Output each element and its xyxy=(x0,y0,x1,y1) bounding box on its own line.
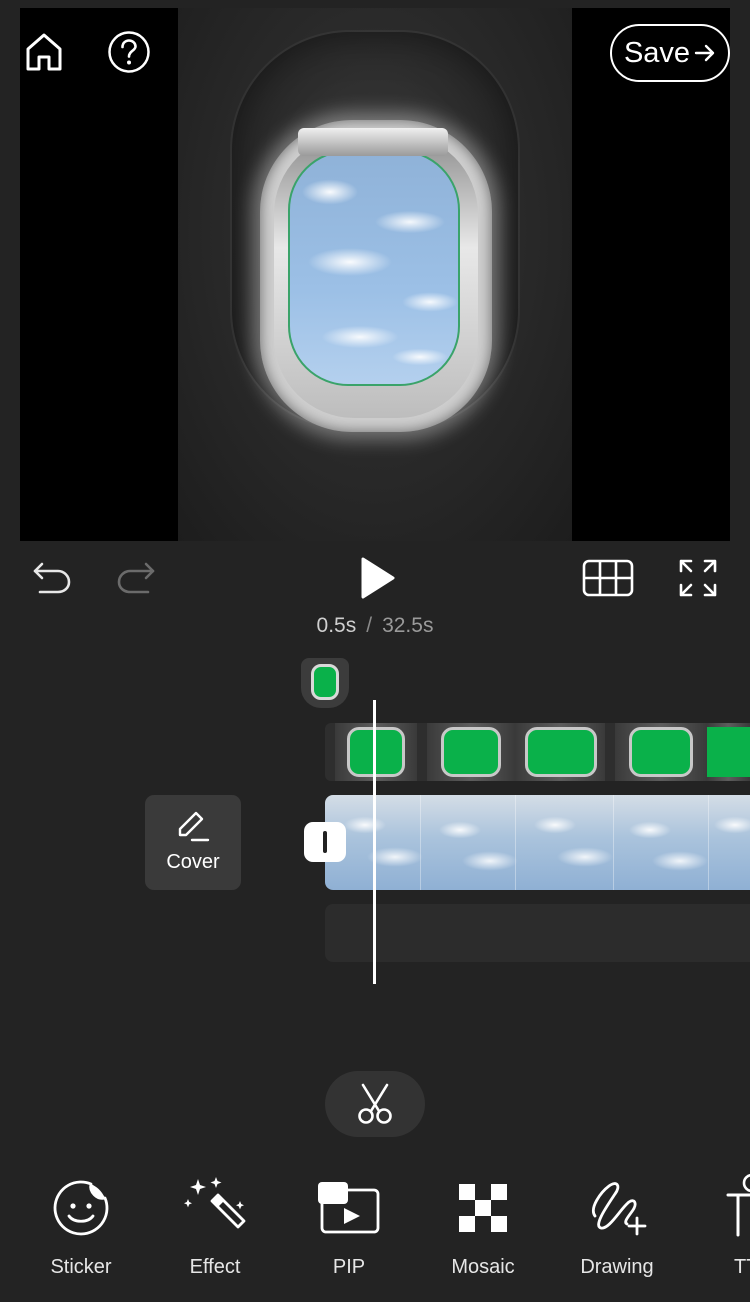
audio-track[interactable] xyxy=(325,904,750,962)
play-button[interactable] xyxy=(352,552,402,604)
grid-icon xyxy=(582,559,634,597)
cover-button[interactable]: Cover xyxy=(145,795,241,890)
toolbar-item-drawing[interactable]: Drawing xyxy=(550,1170,684,1290)
home-button[interactable] xyxy=(22,30,66,74)
toolbar-label: Drawing xyxy=(580,1256,654,1278)
video-preview[interactable]: Save xyxy=(0,0,750,541)
split-button[interactable] xyxy=(325,1071,425,1137)
toolbar-item-effect[interactable]: Effect xyxy=(148,1170,282,1290)
undo-icon xyxy=(33,562,71,594)
overlay-frame xyxy=(707,723,750,781)
total-time: 32.5s xyxy=(382,614,434,637)
save-label: Save xyxy=(623,36,691,69)
toolbar-item-text[interactable]: TT xyxy=(684,1170,750,1290)
toolbar-label: Mosaic xyxy=(451,1256,515,1278)
time-display: 0.5s / 32.5s xyxy=(0,614,750,638)
magic-wand-icon xyxy=(184,1177,246,1229)
drawing-icon xyxy=(592,1182,647,1236)
help-icon xyxy=(108,31,150,73)
redo-button[interactable] xyxy=(114,558,158,598)
current-time: 0.5s xyxy=(316,614,357,637)
help-button[interactable] xyxy=(107,30,151,74)
fullscreen-icon xyxy=(679,559,717,597)
toolbar-item-pip[interactable]: PIP xyxy=(282,1170,416,1290)
overlay-track[interactable] xyxy=(325,723,750,781)
toolbar-label: TT xyxy=(734,1256,750,1278)
mosaic-icon xyxy=(459,1184,507,1232)
pip-icon xyxy=(318,1182,380,1234)
sticker-icon xyxy=(53,1180,109,1236)
overlay-frame xyxy=(615,723,707,781)
clip-frame-divider xyxy=(515,795,516,890)
overlay-frame xyxy=(427,723,515,781)
toolbar-item-mosaic[interactable]: Mosaic xyxy=(416,1170,550,1290)
toolbar-label: Sticker xyxy=(50,1256,112,1278)
play-icon xyxy=(361,557,395,599)
overlay-frame xyxy=(515,723,605,781)
redo-icon xyxy=(117,562,155,594)
grid-button[interactable] xyxy=(582,558,634,598)
time-separator: / xyxy=(366,614,373,637)
overlay-clip-thumbnail[interactable] xyxy=(301,658,349,708)
playhead[interactable] xyxy=(373,700,376,984)
home-icon xyxy=(26,33,62,71)
handle-grip xyxy=(323,831,327,853)
clip-frame-divider xyxy=(708,795,709,890)
window-sky-view xyxy=(288,150,460,386)
airplane-window-image xyxy=(178,8,572,541)
clip-frame-divider xyxy=(613,795,614,890)
fullscreen-button[interactable] xyxy=(676,556,720,600)
clip-frame-divider xyxy=(420,795,421,890)
overlay-frame xyxy=(335,723,417,781)
green-screen-window-thumbnail xyxy=(311,664,339,700)
clip-trim-handle[interactable] xyxy=(304,822,346,862)
arrow-right-icon xyxy=(694,44,715,62)
text-icon xyxy=(726,1173,750,1237)
toolbar-label: Effect xyxy=(189,1256,241,1278)
window-shade xyxy=(298,128,448,156)
toolbar-label: PIP xyxy=(332,1256,366,1278)
edit-icon xyxy=(178,811,210,842)
toolbar-item-sticker[interactable]: Sticker xyxy=(14,1170,148,1290)
undo-button[interactable] xyxy=(30,558,74,598)
save-button[interactable]: Save xyxy=(610,24,730,82)
scissors-icon xyxy=(358,1083,392,1124)
cover-label: Cover xyxy=(166,851,220,873)
main-video-clip[interactable] xyxy=(325,795,750,890)
preview-frame xyxy=(20,8,730,541)
